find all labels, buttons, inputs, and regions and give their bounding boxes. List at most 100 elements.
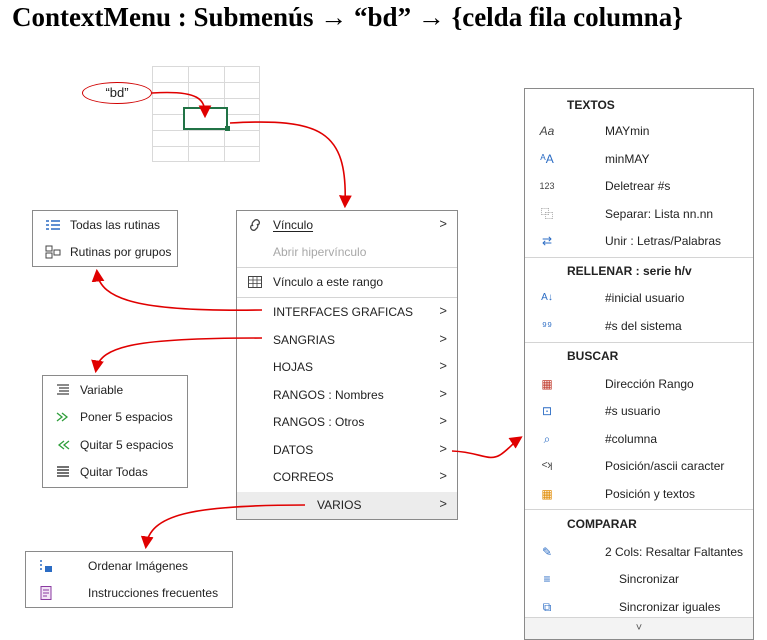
menu-item-datos[interactable]: DATOS > (237, 437, 457, 464)
menu-item-label: Vínculo a este rango (273, 275, 384, 289)
menu-item-unir[interactable]: ⇄ Unir : Letras/Palabras (525, 228, 753, 255)
menu-item-s-sistema[interactable]: ⁹⁹ #s del sistema (525, 313, 753, 340)
groups-icon (45, 244, 61, 260)
menu-item-label: minMAY (605, 152, 650, 166)
menu-item-label: Quitar 5 espacios (80, 438, 174, 452)
fill-handle[interactable] (225, 126, 230, 131)
sync-equal-icon: ⧉ (542, 600, 552, 614)
menu-item-label: MAYmin (605, 124, 650, 138)
menu-item-rutinas-grupos[interactable]: Rutinas por grupos (33, 239, 177, 266)
menu-item-label: RANGOS : Otros (273, 415, 365, 429)
menu-item-label: Sincronizar iguales (619, 600, 721, 614)
menu-item-label: #s del sistema (605, 319, 682, 333)
chevron-right-icon: > (439, 358, 447, 373)
menu-item-label: #inicial usuario (605, 291, 685, 305)
menu-separator (525, 342, 753, 343)
section-header-comparar: COMPARAR (567, 517, 637, 531)
position-text-icon: ▦ (541, 487, 553, 501)
section-header-textos: TEXTOS (567, 98, 615, 112)
bd-callout: “bd” (82, 82, 152, 104)
find-column-icon: ⌕ (543, 432, 551, 446)
context-menu: Vínculo > Abrir hipervínculo Vínculo a e… (236, 210, 458, 520)
menu-item-quitar-todas[interactable]: Quitar Todas (43, 459, 187, 486)
section-header-buscar: BUSCAR (567, 349, 619, 363)
lines-icon (55, 382, 71, 398)
menu-item-poner-espacios[interactable]: Poner 5 espacios (43, 404, 187, 431)
menu-item-label: HOJAS (273, 360, 314, 374)
table-link-icon (247, 274, 263, 290)
case-upper-icon: ᴬA (540, 152, 554, 166)
chevron-right-icon: > (439, 386, 447, 401)
menu-item-label: Vínculo (273, 218, 314, 232)
menu-item-deletrear[interactable]: 123 Deletrear #s (525, 173, 753, 200)
menu-item-rangos-otros[interactable]: RANGOS : Otros > (237, 409, 457, 436)
menu-item-label: DATOS (273, 443, 314, 457)
menu-item-label: Deletrear #s (605, 179, 671, 193)
selected-cell[interactable] (183, 107, 228, 130)
menu-item-todas-rutinas[interactable]: Todas las rutinas (33, 212, 177, 239)
menu-item-inicial-usuario[interactable]: A↓ #inicial usuario (525, 285, 753, 312)
menu-item-maymin[interactable]: Aa MAYmin (525, 118, 753, 145)
sort-images-icon (38, 558, 54, 574)
menu-item-resaltar-faltantes[interactable]: ✎ 2 Cols: Resaltar Faltantes (525, 539, 753, 566)
menu-item-vinculo-rango[interactable]: Vínculo a este rango (237, 269, 457, 296)
menu-item-minmay[interactable]: ᴬA minMAY (525, 146, 753, 173)
numbers-icon: 123 (539, 181, 555, 191)
menu-item-label: Separar: Lista nn.nn (605, 207, 714, 221)
datos-submenu: TEXTOS Aa MAYmin ᴬA minMAY 123 Deletrear… (524, 88, 754, 640)
sync-icon: ≡ (543, 572, 551, 586)
menu-item-hojas[interactable]: HOJAS > (237, 354, 457, 381)
menu-item-rangos-nombres[interactable]: RANGOS : Nombres > (237, 382, 457, 409)
scroll-down-button[interactable]: ˅ (525, 617, 753, 639)
menu-item-label: Sincronizar (619, 572, 680, 586)
menu-item-abrir-hipervinculo: Abrir hipervínculo (237, 239, 457, 266)
find-number-icon: ⊡ (541, 404, 553, 418)
range-address-icon: ▦ (541, 377, 553, 391)
menu-item-posicion-textos[interactable]: ▦ Posición y textos (525, 481, 753, 508)
case-icon: Aa (539, 124, 555, 138)
menu-item-label: Abrir hipervínculo (273, 245, 367, 259)
rutinas-submenu: Todas las rutinas Rutinas por grupos (32, 210, 178, 267)
menu-item-label: Posición y textos (605, 487, 696, 501)
system-series-icon: ⁹⁹ (541, 319, 553, 333)
menu-item-quitar-espacios[interactable]: Quitar 5 espacios (43, 432, 187, 459)
chevron-right-icon: > (439, 468, 447, 483)
section-header-rellenar: RELLENAR : serie h/v (567, 264, 692, 278)
menu-item-separar[interactable]: ⿻ Separar: Lista nn.nn (525, 201, 753, 228)
chevron-right-icon: > (439, 303, 447, 318)
menu-item-columna[interactable]: ⌕ #columna (525, 426, 753, 453)
menu-item-label: #columna (605, 432, 658, 446)
menu-item-instrucciones[interactable]: Instrucciones frecuentes (26, 580, 232, 607)
menu-item-label: CORREOS (273, 470, 334, 484)
menu-item-s-usuario[interactable]: ⊡ #s usuario (525, 398, 753, 425)
menu-item-label: RANGOS : Nombres (273, 388, 384, 402)
cursor-char-icon: <ʞ (541, 460, 553, 471)
menu-item-label: Todas las rutinas (70, 218, 161, 232)
menu-item-label: Posición/ascii caracter (605, 459, 725, 473)
menu-item-label: Dirección Rango (605, 377, 694, 391)
chevron-right-icon: > (439, 216, 447, 231)
menu-item-vinculo[interactable]: Vínculo > (237, 212, 457, 239)
menu-item-label: Poner 5 espacios (80, 410, 173, 424)
menu-item-sincronizar[interactable]: ≡ Sincronizar (525, 566, 753, 593)
fill-series-icon: A↓ (541, 292, 553, 303)
menu-item-sangrias[interactable]: SANGRIAS > (237, 327, 457, 354)
arrow-datos-to-submenu (451, 436, 523, 459)
chevron-right-icon: > (439, 331, 447, 346)
page-title: ContextMenu : Submenús → “bd” → {celda f… (12, 2, 683, 32)
menu-item-ordenar-imagenes[interactable]: Ordenar Imágenes (26, 553, 232, 580)
menu-item-direccion-rango[interactable]: ▦ Dirección Rango (525, 371, 753, 398)
menu-item-variable[interactable]: Variable (43, 377, 187, 404)
lines-all-icon (55, 464, 71, 480)
menu-item-posicion-ascii[interactable]: <ʞ Posición/ascii caracter (525, 453, 753, 480)
menu-item-interfaces-graficas[interactable]: INTERFACES GRAFICAS > (237, 299, 457, 326)
menu-item-label: Instrucciones frecuentes (88, 586, 219, 600)
menu-item-correos[interactable]: CORREOS > (237, 464, 457, 491)
menu-item-varios[interactable]: VARIOS > (237, 492, 457, 519)
menu-item-label: INTERFACES GRAFICAS (273, 305, 414, 319)
sangrias-submenu: Variable Poner 5 espacios Quitar 5 espac… (42, 375, 188, 488)
merge-icon: ⇄ (541, 234, 553, 248)
split-icon: ⿻ (540, 207, 553, 221)
highlighter-icon: ✎ (541, 545, 553, 559)
menu-item-label: 2 Cols: Resaltar Faltantes (605, 545, 744, 559)
